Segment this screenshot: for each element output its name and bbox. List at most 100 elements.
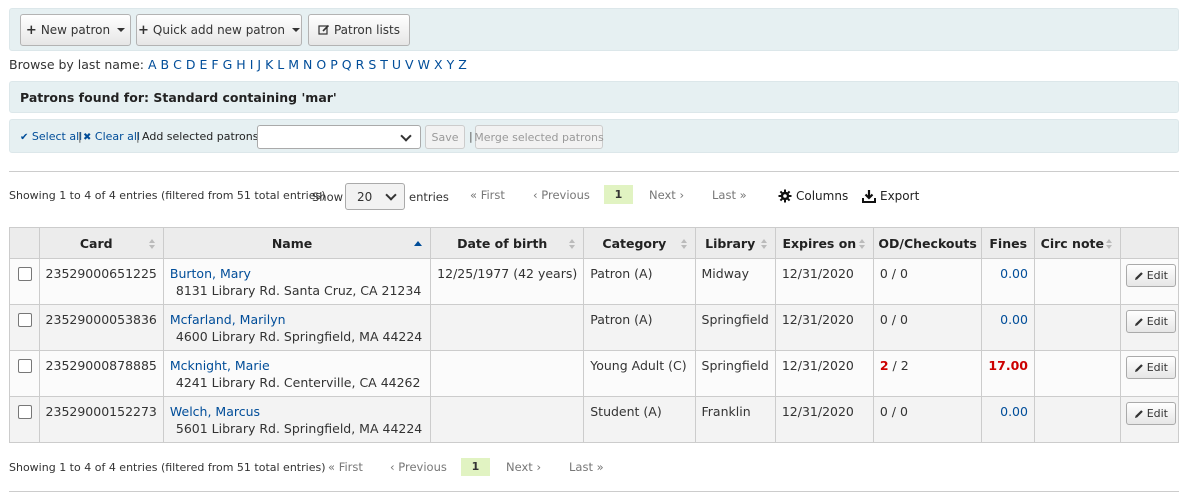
columns-button[interactable]: Columns xyxy=(778,189,848,203)
patron-library: Franklin xyxy=(694,396,776,443)
browse-letter-f[interactable]: F xyxy=(211,57,218,72)
last-page-button[interactable]: Last » xyxy=(569,460,604,474)
sort-icon xyxy=(1105,239,1112,249)
browse-letter-n[interactable]: N xyxy=(303,57,312,72)
export-button[interactable]: Export xyxy=(862,189,919,203)
patron-list-select[interactable] xyxy=(257,125,421,149)
patron-address: 4600 Library Rd. Springfield, MA 44224 xyxy=(175,329,423,344)
browse-letter-k[interactable]: K xyxy=(265,57,273,72)
browse-letter-m[interactable]: M xyxy=(288,57,299,72)
fines-cell: 17.00 xyxy=(981,350,1035,397)
od-checkouts: 0 / 0 xyxy=(872,258,983,305)
clear-all-link[interactable]: ✖ Clear all xyxy=(83,130,140,143)
first-page-button[interactable]: « First xyxy=(328,460,363,474)
separator: | xyxy=(136,130,140,143)
quick-add-patron-button[interactable]: + Quick add new patron xyxy=(136,14,302,46)
card-number: 23529000053836 xyxy=(38,304,164,351)
page-length-select[interactable]: 20 xyxy=(345,183,405,210)
merge-patrons-button[interactable]: Merge selected patrons xyxy=(474,125,604,149)
download-icon xyxy=(862,190,876,203)
edit-patron-button[interactable]: Edit xyxy=(1125,310,1176,333)
table-row: 23529000878885 Mcknight, Marie 4241 Librar… xyxy=(9,350,1180,397)
checkout-count: 2 xyxy=(900,358,909,373)
browse-letter-q[interactable]: Q xyxy=(342,57,352,72)
browse-letter-d[interactable]: D xyxy=(186,57,196,72)
patron-category: Student (A) xyxy=(583,396,696,443)
circ-note xyxy=(1033,304,1121,351)
row-checkbox[interactable] xyxy=(18,267,32,281)
patron-lists-button[interactable]: Patron lists xyxy=(308,14,410,46)
browse-letter-u[interactable]: U xyxy=(392,57,401,72)
row-checkbox[interactable] xyxy=(18,359,32,373)
edit-patron-button[interactable]: Edit xyxy=(1125,356,1176,379)
browse-letter-e[interactable]: E xyxy=(199,57,207,72)
row-checkbox[interactable] xyxy=(18,405,32,419)
previous-page-button[interactable]: ‹ Previous xyxy=(390,460,447,474)
browse-letter-b[interactable]: B xyxy=(161,57,170,72)
column-label: Date of birth xyxy=(457,235,548,251)
column-header-circ-note[interactable]: Circ note xyxy=(1033,227,1121,259)
circ-note xyxy=(1033,258,1121,305)
column-header-name[interactable]: Name xyxy=(162,227,432,259)
next-page-button[interactable]: Next › xyxy=(506,460,541,474)
browse-letter-a[interactable]: A xyxy=(148,57,157,72)
date-of-birth xyxy=(430,304,585,351)
edit-patron-button[interactable]: Edit xyxy=(1125,264,1176,287)
patron-cell: Mcfarland, Marilyn 4600 Library Rd. Sprin… xyxy=(162,304,432,351)
patron-name-link[interactable]: Mcfarland, Marilyn xyxy=(170,312,286,327)
browse-letter-w[interactable]: W xyxy=(418,57,430,72)
previous-page-button[interactable]: ‹ Previous xyxy=(533,188,590,202)
expiry-date: 12/31/2020 xyxy=(774,258,874,305)
current-page-button[interactable]: 1 xyxy=(461,458,490,476)
last-page-button[interactable]: Last » xyxy=(712,188,747,202)
browse-letter-i[interactable]: I xyxy=(250,57,254,72)
save-button[interactable]: Save xyxy=(425,125,465,149)
browse-letter-c[interactable]: C xyxy=(173,57,182,72)
patron-name-link[interactable]: Welch, Marcus xyxy=(170,404,260,419)
browse-letter-h[interactable]: H xyxy=(236,57,245,72)
checkout-count: 0 xyxy=(899,312,908,327)
patron-cell: Mcknight, Marie 4241 Library Rd. Centervi… xyxy=(162,350,432,397)
new-patron-button[interactable]: + New patron xyxy=(20,14,131,46)
column-header-category[interactable]: Category xyxy=(583,227,696,259)
browse-letter-o[interactable]: O xyxy=(316,57,326,72)
column-header-expires[interactable]: Expires on xyxy=(774,227,874,259)
fines-amount[interactable]: 0.00 xyxy=(988,312,1028,327)
browse-letter-s[interactable]: S xyxy=(368,57,376,72)
browse-letter-v[interactable]: V xyxy=(405,57,414,72)
fines-cell: 0.00 xyxy=(981,396,1035,443)
patron-library: Springfield xyxy=(694,304,776,351)
browse-letter-p[interactable]: P xyxy=(330,57,338,72)
card-number: 23529000651225 xyxy=(38,258,164,305)
fines-amount[interactable]: 0.00 xyxy=(988,266,1028,281)
browse-letter-y[interactable]: Y xyxy=(447,57,455,72)
entries-label: entries xyxy=(409,190,449,204)
browse-letter-x[interactable]: X xyxy=(434,57,443,72)
browse-letter-r[interactable]: R xyxy=(356,57,365,72)
row-checkbox[interactable] xyxy=(18,313,32,327)
browse-letter-g[interactable]: G xyxy=(223,57,233,72)
patron-toolbar: + New patron + Quick add new patron Patr… xyxy=(9,8,1179,51)
browse-letter-l[interactable]: L xyxy=(277,57,284,72)
edit-patron-button[interactable]: Edit xyxy=(1125,402,1176,425)
next-page-button[interactable]: Next › xyxy=(649,188,684,202)
column-header-card[interactable]: Card xyxy=(38,227,164,259)
browse-letter-z[interactable]: Z xyxy=(458,57,467,72)
fines-amount[interactable]: 17.00 xyxy=(988,358,1028,373)
first-page-button[interactable]: « First xyxy=(470,188,505,202)
patron-cell: Burton, Mary 8131 Library Rd. Santa Cruz,… xyxy=(162,258,432,305)
select-all-link[interactable]: ✔ Select all xyxy=(20,130,82,143)
patron-name-link[interactable]: Mcknight, Marie xyxy=(170,358,270,373)
fines-amount[interactable]: 0.00 xyxy=(988,404,1028,419)
patron-address: 8131 Library Rd. Santa Cruz, CA 21234 xyxy=(175,283,422,298)
pencil-icon xyxy=(1134,363,1143,372)
column-header-library[interactable]: Library xyxy=(694,227,776,259)
patron-name-link[interactable]: Burton, Mary xyxy=(170,266,251,281)
browse-letter-j[interactable]: J xyxy=(257,57,261,72)
current-page-button[interactable]: 1 xyxy=(604,185,633,204)
edit-label: Edit xyxy=(1146,407,1168,420)
patron-category: Young Adult (C) xyxy=(583,350,696,397)
browse-letter-t[interactable]: T xyxy=(380,57,388,72)
column-header-dob[interactable]: Date of birth xyxy=(430,227,585,259)
previous-label: Previous xyxy=(541,188,590,202)
